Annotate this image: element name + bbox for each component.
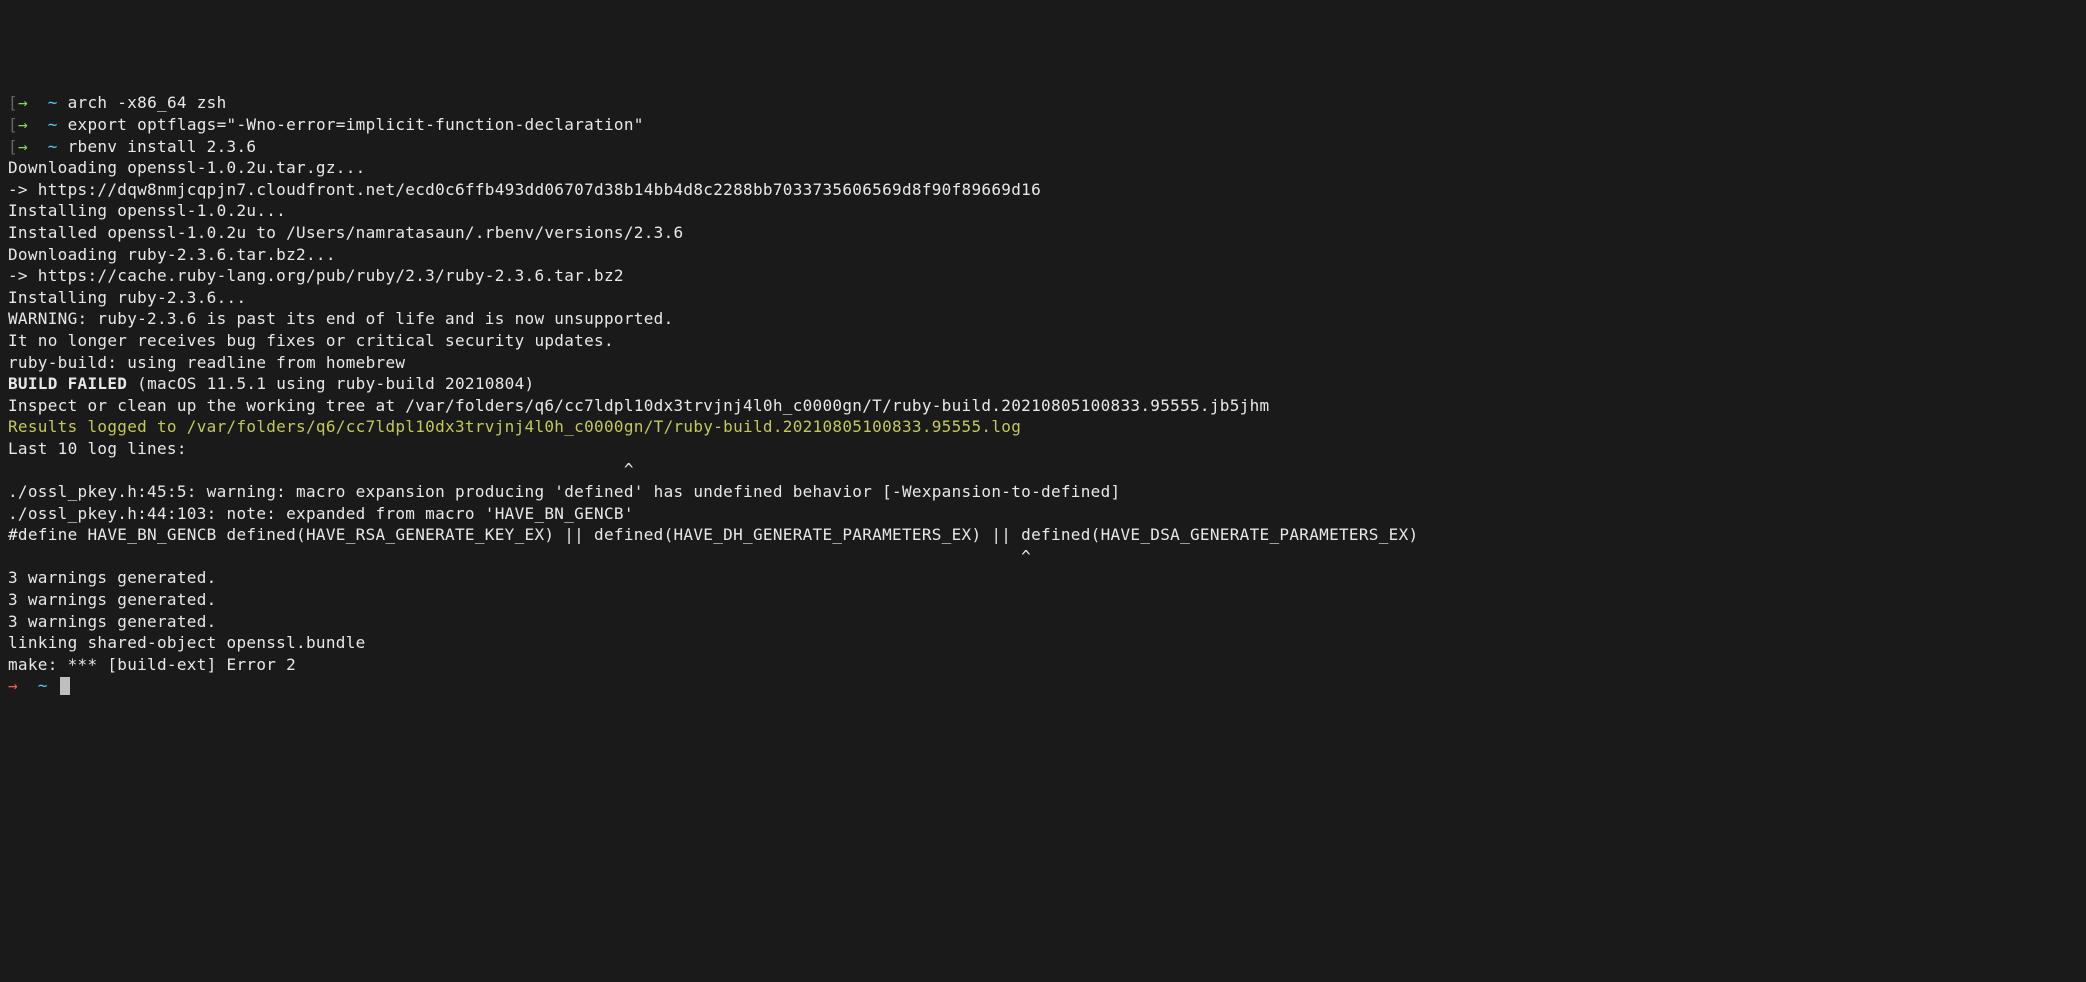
output-line: ^ bbox=[8, 459, 2078, 481]
tilde-icon: ~ bbox=[48, 93, 58, 112]
output-line: Inspect or clean up the working tree at … bbox=[8, 395, 2078, 417]
output-line: Last 10 log lines: bbox=[8, 438, 2078, 460]
arrow-icon: → bbox=[18, 115, 28, 134]
output-line: Installing openssl-1.0.2u... bbox=[8, 200, 2078, 222]
cursor-icon bbox=[60, 677, 70, 695]
log-path-line: Results logged to /var/folders/q6/cc7ldp… bbox=[8, 416, 2078, 438]
arrow-icon: → bbox=[18, 93, 28, 112]
output-line: Downloading ruby-2.3.6.tar.bz2... bbox=[8, 244, 2078, 266]
output-line: 3 warnings generated. bbox=[8, 611, 2078, 633]
build-failed-line: BUILD FAILED (macOS 11.5.1 using ruby-bu… bbox=[8, 373, 2078, 395]
command-text: export optflags="-Wno-error=implicit-fun… bbox=[68, 115, 644, 134]
output-line: -> https://cache.ruby-lang.org/pub/ruby/… bbox=[8, 265, 2078, 287]
prompt-line-1: [→ ~ arch -x86_64 zsh bbox=[8, 92, 2078, 114]
output-line: make: *** [build-ext] Error 2 bbox=[8, 654, 2078, 676]
arrow-icon: → bbox=[18, 137, 28, 156]
build-failed-detail: (macOS 11.5.1 using ruby-build 20210804) bbox=[127, 374, 534, 393]
output-line: ./ossl_pkey.h:44:103: note: expanded fro… bbox=[8, 503, 2078, 525]
output-line: 3 warnings generated. bbox=[8, 589, 2078, 611]
bracket-open-icon: [ bbox=[8, 93, 18, 112]
output-line: Downloading openssl-1.0.2u.tar.gz... bbox=[8, 157, 2078, 179]
tilde-icon: ~ bbox=[48, 115, 58, 134]
arrow-icon: → bbox=[8, 676, 18, 695]
output-line: 3 warnings generated. bbox=[8, 567, 2078, 589]
warning-line: It no longer receives bug fixes or criti… bbox=[8, 330, 2078, 352]
output-line: Installing ruby-2.3.6... bbox=[8, 287, 2078, 309]
bracket-open-icon: [ bbox=[8, 115, 18, 134]
prompt-line-2: [→ ~ export optflags="-Wno-error=implici… bbox=[8, 114, 2078, 136]
output-line: linking shared-object openssl.bundle bbox=[8, 632, 2078, 654]
warning-line: WARNING: ruby-2.3.6 is past its end of l… bbox=[8, 308, 2078, 330]
tilde-icon: ~ bbox=[38, 676, 48, 695]
tilde-icon: ~ bbox=[48, 137, 58, 156]
output-line: Installed openssl-1.0.2u to /Users/namra… bbox=[8, 222, 2078, 244]
prompt-line-current[interactable]: → ~ bbox=[8, 675, 2078, 697]
build-failed-label: BUILD FAILED bbox=[8, 374, 127, 393]
output-line: ruby-build: using readline from homebrew bbox=[8, 352, 2078, 374]
bracket-open-icon: [ bbox=[8, 137, 18, 156]
command-text: rbenv install 2.3.6 bbox=[68, 137, 257, 156]
prompt-line-3: [→ ~ rbenv install 2.3.6 bbox=[8, 136, 2078, 158]
output-line: #define HAVE_BN_GENCB defined(HAVE_RSA_G… bbox=[8, 524, 2078, 546]
output-line: ^ bbox=[8, 546, 2078, 568]
output-line: -> https://dqw8nmjcqpjn7.cloudfront.net/… bbox=[8, 179, 2078, 201]
terminal-output[interactable]: [→ ~ arch -x86_64 zsh[→ ~ export optflag… bbox=[8, 92, 2078, 697]
command-text: arch -x86_64 zsh bbox=[68, 93, 227, 112]
output-line: ./ossl_pkey.h:45:5: warning: macro expan… bbox=[8, 481, 2078, 503]
